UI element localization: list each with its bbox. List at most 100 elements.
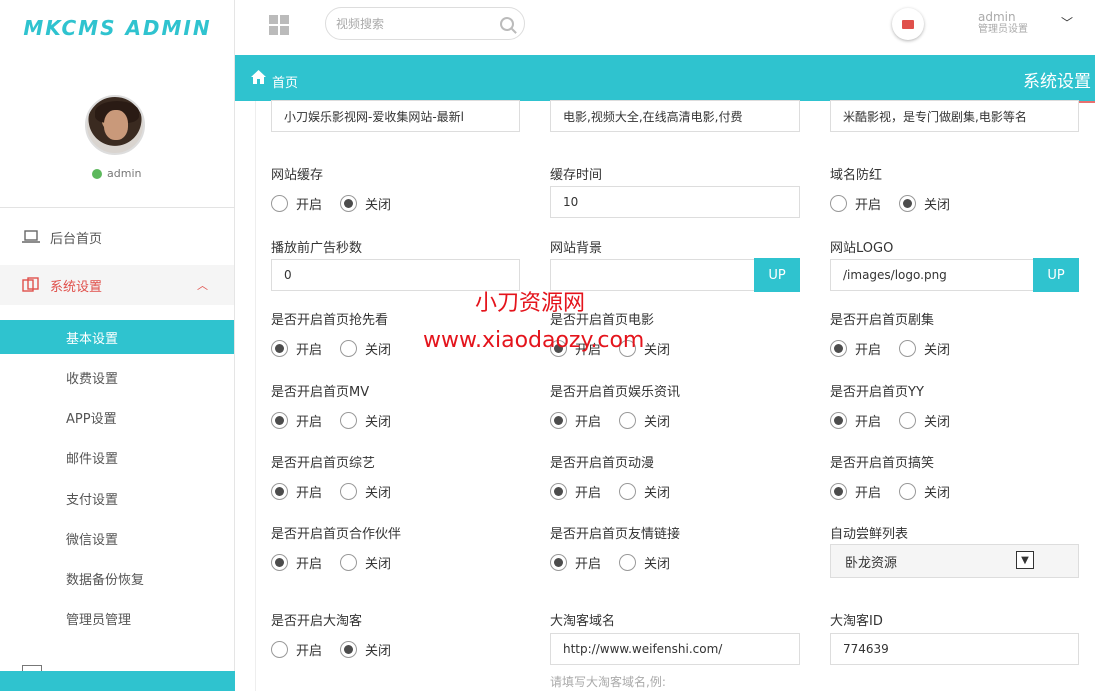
- cache-radio-group: 开启 关闭: [271, 194, 401, 213]
- toggle-radio-group: 开启 关闭: [271, 482, 401, 501]
- page-title: 系统设置: [1023, 72, 1091, 92]
- toggle-radio-group: 开启 关闭: [271, 411, 401, 430]
- search-icon[interactable]: [500, 16, 514, 31]
- taoke-off-radio[interactable]: [340, 641, 358, 658]
- gear-icon: [22, 277, 39, 292]
- sidebar-item-settings[interactable]: 系统设置 ︿: [0, 265, 234, 305]
- toggle-radio-group: 开启 关闭: [830, 411, 960, 430]
- toggle-off-label: 关闭: [365, 486, 392, 501]
- taoke-domain-input[interactable]: http://www.weifenshi.com/: [550, 633, 800, 665]
- anti-red-off-label: 关闭: [924, 198, 951, 213]
- mail-button[interactable]: [892, 8, 924, 40]
- breadcrumb-home[interactable]: 首页: [272, 72, 298, 91]
- anti-red-on-label: 开启: [855, 198, 882, 213]
- sidebar-subitem-wechat[interactable]: 微信设置: [0, 521, 234, 555]
- toggle-off-radio[interactable]: [619, 483, 637, 500]
- toggle-on-radio[interactable]: [830, 483, 847, 500]
- cache-off-label: 关闭: [365, 198, 392, 213]
- user-role: 管理员设置: [978, 24, 1028, 36]
- toggle-on-radio[interactable]: [830, 340, 847, 357]
- toggle-off-label: 关闭: [365, 415, 392, 430]
- site-title-input[interactable]: 小刀娱乐影视网-爱收集网站-最新l: [271, 100, 520, 132]
- sidebar-subitem-fee[interactable]: 收费设置: [0, 360, 234, 394]
- topbar: admin 管理员设置 ﹀: [235, 0, 1095, 55]
- toggle-on-radio[interactable]: [271, 340, 288, 357]
- toggle-label: 是否开启首页综艺: [271, 456, 376, 471]
- search-input[interactable]: [336, 16, 500, 31]
- watermark-url: www.xiaodaozy.com: [423, 328, 645, 353]
- grid-menu-icon[interactable]: [269, 15, 289, 35]
- sidebar-subitem-basic[interactable]: 基本设置: [0, 320, 234, 354]
- toggle-on-radio[interactable]: [550, 554, 567, 571]
- cache-time-input[interactable]: 10: [550, 186, 800, 218]
- toggle-radio-group: 开启 关闭: [550, 411, 680, 430]
- site-description-input[interactable]: 米酷影视，是专门做剧集,电影等名: [830, 100, 1079, 132]
- toggle-label: 是否开启首页友情链接: [550, 527, 681, 542]
- toggle-off-label: 关闭: [924, 486, 951, 501]
- logo-upload-button[interactable]: UP: [1033, 258, 1079, 292]
- toggle-off-radio[interactable]: [899, 340, 917, 357]
- taoke-on-label: 开启: [296, 644, 323, 659]
- toggle-on-label: 开启: [575, 415, 602, 430]
- site-keywords-input[interactable]: 电影,视频大全,在线高清电影,付费: [550, 100, 800, 132]
- toggle-off-radio[interactable]: [340, 340, 358, 357]
- sidebar-subitem-backup[interactable]: 数据备份恢复: [0, 561, 234, 595]
- logo-input[interactable]: /images/logo.png: [830, 259, 1034, 291]
- dropdown-arrow-icon[interactable]: ▼: [1016, 551, 1034, 569]
- toggle-off-radio[interactable]: [340, 412, 358, 429]
- toggle-on-radio[interactable]: [271, 483, 288, 500]
- ad-seconds-label: 播放前广告秒数: [271, 241, 363, 256]
- sidebar-subitem-mail[interactable]: 邮件设置: [0, 440, 234, 474]
- home-icon[interactable]: [251, 70, 266, 84]
- toggle-radio-group: 开启 关闭: [271, 339, 401, 358]
- brand-logo[interactable]: MKCMS ADMIN: [0, 0, 235, 55]
- search-box: [325, 7, 525, 40]
- page-header: 首页 系统设置: [235, 55, 1095, 101]
- toggle-label: 是否开启首页抢先看: [271, 313, 389, 328]
- sidebar-subitem-admins[interactable]: 管理员管理: [0, 601, 234, 635]
- cache-time-label: 缓存时间: [550, 168, 603, 183]
- toggle-off-label: 关闭: [924, 415, 951, 430]
- user-menu[interactable]: admin 管理员设置: [978, 10, 1028, 36]
- avatar[interactable]: [85, 95, 145, 155]
- anti-red-on-radio[interactable]: [830, 195, 847, 212]
- sidebar-subitem-pay[interactable]: 支付设置: [0, 481, 234, 515]
- cache-on-radio[interactable]: [271, 195, 288, 212]
- toggle-on-radio[interactable]: [271, 412, 288, 429]
- background-upload-button[interactable]: UP: [754, 258, 800, 292]
- collect-select[interactable]: 卧龙资源: [830, 544, 1079, 578]
- toggle-label: 是否开启首页娱乐资讯: [550, 385, 681, 400]
- anti-red-radio-group: 开启 关闭: [830, 194, 960, 213]
- toggle-on-label: 开启: [855, 415, 882, 430]
- sidebar-subitem-app[interactable]: APP设置: [0, 400, 234, 434]
- chevron-down-icon[interactable]: ﹀: [1061, 14, 1073, 31]
- cache-off-radio[interactable]: [340, 195, 358, 212]
- toggle-off-radio[interactable]: [619, 412, 637, 429]
- toggle-label: 是否开启首页合作伙伴: [271, 527, 402, 542]
- toggle-on-label: 开启: [575, 486, 602, 501]
- taoke-on-radio[interactable]: [271, 641, 288, 658]
- taoke-domain-hint: 请填写大淘客域名,例:: [550, 675, 666, 689]
- toggle-off-radio[interactable]: [340, 483, 358, 500]
- toggle-off-label: 关闭: [365, 557, 392, 572]
- watermark-title: 小刀资源网: [475, 291, 586, 316]
- taoke-id-input[interactable]: 774639: [830, 633, 1079, 665]
- toggle-on-radio[interactable]: [830, 412, 847, 429]
- toggle-label: 是否开启首页剧集: [830, 313, 935, 328]
- toggle-on-radio[interactable]: [271, 554, 288, 571]
- toggle-off-radio[interactable]: [619, 554, 637, 571]
- toggle-on-radio[interactable]: [550, 483, 567, 500]
- cache-on-label: 开启: [296, 198, 323, 213]
- toggle-off-radio[interactable]: [340, 554, 358, 571]
- anti-red-off-radio[interactable]: [899, 195, 917, 212]
- sidebar-bottom-bar: [0, 671, 235, 691]
- chevron-up-icon: ︿: [197, 279, 208, 292]
- toggle-off-radio[interactable]: [899, 483, 917, 500]
- toggle-on-label: 开启: [855, 486, 882, 501]
- toggle-radio-group: 开启 关闭: [271, 553, 401, 572]
- collect-select-value: 卧龙资源: [845, 555, 898, 571]
- toggle-off-radio[interactable]: [899, 412, 917, 429]
- toggle-on-radio[interactable]: [550, 412, 567, 429]
- sidebar-item-home[interactable]: 后台首页: [0, 217, 234, 257]
- app-root: { "brand": { "logo": "MKCMS ADMIN" }, "u…: [0, 0, 1095, 691]
